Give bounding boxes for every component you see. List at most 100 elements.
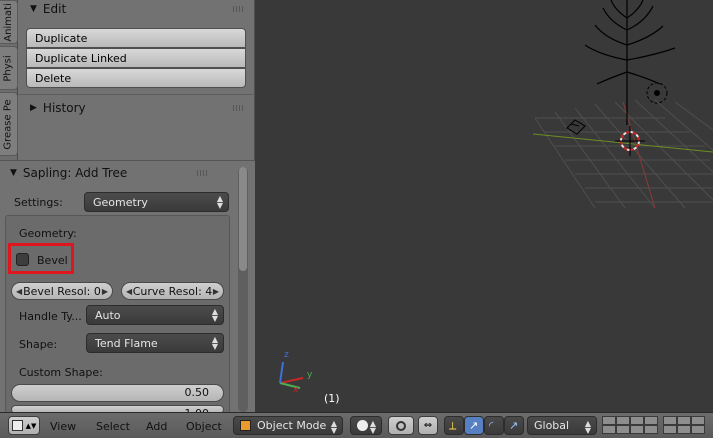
view-menu[interactable]: View bbox=[50, 417, 76, 435]
up-down-arrows-icon: ▲▼ bbox=[216, 194, 223, 210]
up-down-arrows-icon: ▲▼ bbox=[369, 419, 376, 435]
decrement-arrow-icon[interactable]: ◀ bbox=[126, 287, 132, 296]
bevel-resolution-field[interactable]: ◀ Bevel Resol: 0 ▶ bbox=[11, 282, 113, 300]
select-menu[interactable]: Select bbox=[96, 417, 130, 435]
increment-arrow-icon[interactable]: ▶ bbox=[213, 287, 219, 296]
geometry-section-label: Geometry: bbox=[19, 227, 77, 240]
editor-type-button[interactable]: ▲▼ bbox=[8, 416, 40, 435]
layer-button[interactable] bbox=[630, 425, 644, 434]
operator-panel: ▼ Sapling: Add Tree Settings: Geometry ▲… bbox=[0, 160, 255, 414]
solid-shading-icon bbox=[357, 420, 368, 431]
shape-dropdown[interactable]: Tend Flame ▲ ▼ bbox=[86, 333, 224, 353]
handle-type-dropdown[interactable]: Auto ▲ ▼ bbox=[86, 305, 224, 325]
up-down-arrows-icon: ▲▼ bbox=[584, 419, 591, 435]
rotate-manipulator-button[interactable]: ◜ bbox=[484, 416, 504, 435]
layer-button[interactable] bbox=[663, 425, 677, 434]
viewport-scene bbox=[279, 0, 713, 389]
drag-grip-icon[interactable] bbox=[233, 6, 245, 12]
mode-dropdown[interactable]: Object Mode ▲ ▼ bbox=[233, 416, 343, 435]
settings-dropdown[interactable]: Geometry ▲ ▼ bbox=[84, 192, 229, 212]
3d-viewport[interactable]: z y x bbox=[255, 0, 713, 412]
scale-manipulator-button[interactable]: ↗ bbox=[504, 416, 524, 435]
handle-type-label: Handle Ty... bbox=[19, 310, 82, 323]
increment-arrow-icon[interactable]: ▶ bbox=[102, 287, 108, 296]
up-down-arrows-icon: ▲▼ bbox=[330, 419, 337, 435]
layer-button[interactable] bbox=[630, 416, 644, 425]
lamp-object[interactable] bbox=[646, 82, 668, 104]
floor-grid bbox=[534, 99, 713, 209]
shape-value: Tend Flame bbox=[95, 336, 158, 350]
frame-number: (1) bbox=[324, 392, 340, 405]
edit-panel-header[interactable]: ▼ Edit bbox=[18, 0, 255, 18]
mode-value: Object Mode bbox=[257, 419, 327, 432]
shading-dropdown[interactable]: ▲ ▼ bbox=[350, 416, 382, 435]
layer-button[interactable] bbox=[616, 425, 630, 434]
manipulator-icon: ⇔ bbox=[423, 420, 433, 431]
curve-resolution-field[interactable]: ◀ Curve Resol: 4 ▶ bbox=[121, 282, 224, 300]
history-panel-header[interactable]: ▶ History bbox=[18, 99, 255, 117]
up-down-arrows-icon: ▲▼ bbox=[25, 421, 37, 430]
drag-grip-icon[interactable] bbox=[233, 105, 245, 111]
bevel-resolution-value: Bevel Resol: 0 bbox=[23, 284, 101, 298]
decrement-arrow-icon[interactable]: ◀ bbox=[16, 287, 22, 296]
layer-button[interactable] bbox=[677, 416, 691, 425]
tab-grease-pencil[interactable]: Grease Pe bbox=[0, 92, 18, 156]
shape-label: Shape: bbox=[19, 338, 58, 351]
move-manipulator-button[interactable]: ↗ bbox=[464, 416, 484, 435]
layer-button[interactable] bbox=[616, 416, 630, 425]
drag-grip-icon[interactable] bbox=[197, 170, 209, 176]
bevel-checkbox[interactable] bbox=[16, 253, 29, 266]
pivot-icon bbox=[396, 420, 406, 431]
translate-manipulator-button[interactable]: ⟂ bbox=[444, 416, 464, 435]
gizmo-z-label: z bbox=[284, 350, 289, 360]
layer-button[interactable] bbox=[602, 416, 616, 425]
expanded-triangle-icon: ▼ bbox=[10, 168, 17, 178]
3d-view-header: ▲▼ View Select Add Object Object Mode ▲ ▼… bbox=[0, 412, 713, 438]
object-menu[interactable]: Object bbox=[186, 417, 222, 435]
delete-button[interactable]: Delete bbox=[26, 68, 246, 88]
settings-label: Settings: bbox=[14, 196, 63, 209]
duplicate-button[interactable]: Duplicate bbox=[26, 28, 246, 48]
layer-button[interactable] bbox=[602, 425, 616, 434]
add-menu[interactable]: Add bbox=[146, 417, 167, 435]
pivot-dropdown[interactable] bbox=[388, 416, 414, 435]
edit-buttons: Duplicate Duplicate Linked Delete bbox=[26, 28, 246, 88]
operator-panel-header[interactable]: ▼ Sapling: Add Tree bbox=[0, 164, 237, 182]
geometry-box: Geometry: Bevel ◀ Bevel Resol: 0 ▶ ◀ Cur… bbox=[5, 215, 230, 414]
up-down-arrows-icon: ▲▼ bbox=[211, 335, 218, 351]
settings-value: Geometry bbox=[93, 195, 148, 209]
orientation-dropdown[interactable]: Global ▲ ▼ bbox=[527, 416, 597, 435]
operator-scrollbar[interactable] bbox=[238, 167, 248, 412]
tool-shelf: ▼ Edit Duplicate Duplicate Linked Delete… bbox=[18, 0, 255, 160]
axis-gizmo bbox=[279, 361, 304, 389]
duplicate-linked-button[interactable]: Duplicate Linked bbox=[26, 48, 246, 68]
tab-physics[interactable]: Physi bbox=[0, 46, 18, 90]
scale-icon: ↗ bbox=[509, 419, 519, 432]
layer-button[interactable] bbox=[644, 425, 658, 434]
custom-shape-slider-1[interactable]: 0.50 bbox=[11, 384, 224, 402]
bevel-label[interactable]: Bevel bbox=[37, 254, 68, 267]
up-down-arrows-icon: ▲▼ bbox=[211, 307, 218, 323]
manipulator-toggle[interactable]: ⇔ bbox=[418, 416, 438, 435]
curve-resolution-value: Curve Resol: 4 bbox=[132, 284, 213, 298]
object-mode-icon bbox=[240, 420, 251, 431]
expanded-triangle-icon: ▼ bbox=[30, 4, 37, 14]
3d-cursor-icon[interactable] bbox=[615, 126, 645, 156]
tab-animation[interactable]: Animati bbox=[0, 0, 18, 44]
axes-icon: ⟂ bbox=[449, 418, 457, 432]
collapsed-triangle-icon: ▶ bbox=[30, 103, 37, 113]
layer-button[interactable] bbox=[691, 425, 705, 434]
layer-button[interactable] bbox=[691, 416, 705, 425]
handle-type-value: Auto bbox=[95, 308, 121, 322]
arrow-icon: ↗ bbox=[469, 419, 479, 432]
operator-panel-title: Sapling: Add Tree bbox=[22, 166, 128, 180]
layer-button[interactable] bbox=[644, 416, 658, 425]
scrollbar-thumb[interactable] bbox=[239, 167, 247, 271]
orientation-value: Global bbox=[534, 419, 570, 432]
layer-button[interactable] bbox=[677, 425, 691, 434]
divider bbox=[18, 94, 255, 95]
history-panel-title: History bbox=[42, 101, 86, 115]
custom-shape-label: Custom Shape: bbox=[19, 366, 103, 379]
tool-shelf-tabs: Animati Physi Grease Pe bbox=[0, 0, 18, 160]
layer-button[interactable] bbox=[663, 416, 677, 425]
